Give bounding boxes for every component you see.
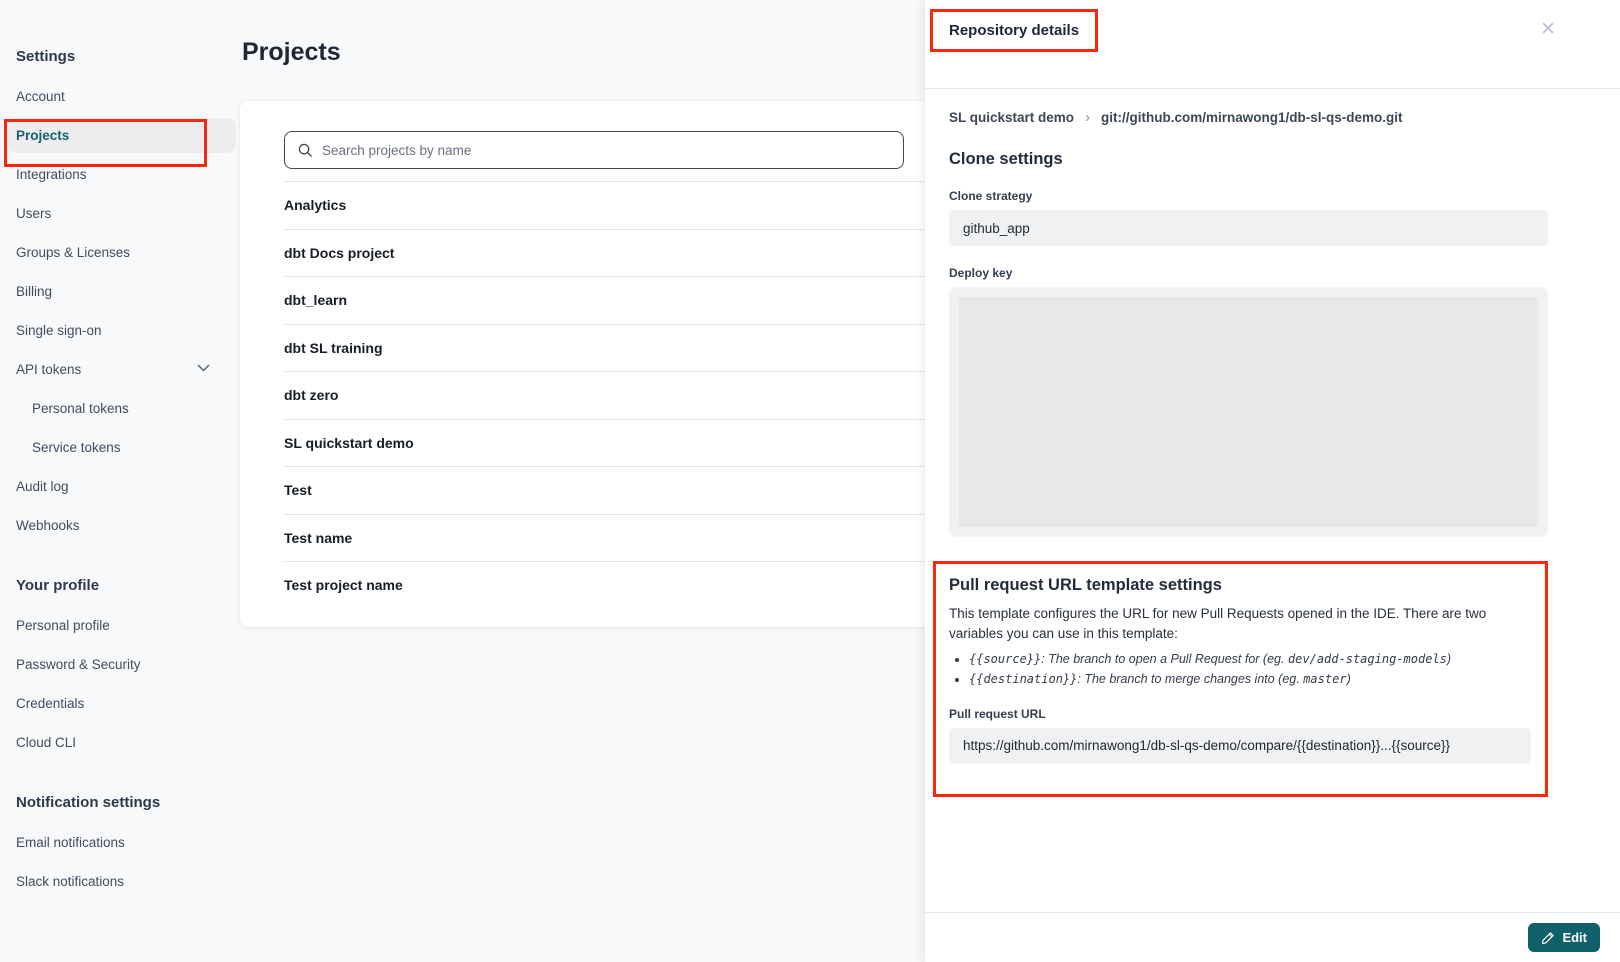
- sidebar-item-label: Cloud CLI: [16, 735, 76, 750]
- deploy-key-redacted-value: [959, 297, 1538, 527]
- search-icon: [298, 143, 313, 158]
- deploy-key-field: [949, 287, 1548, 537]
- edit-button[interactable]: Edit: [1528, 923, 1600, 952]
- sidebar-section-header-settings: Settings: [16, 48, 240, 65]
- pr-template-description: This template configures the URL for new…: [949, 604, 1531, 643]
- sidebar-section-header-your-profile: Your profile: [16, 577, 240, 594]
- chevron-right-icon: ›: [1085, 109, 1090, 126]
- annotation-box-repository-details: Repository details: [930, 9, 1098, 52]
- close-icon[interactable]: ✕: [1540, 20, 1556, 39]
- breadcrumb-project-name: SL quickstart demo: [949, 110, 1074, 125]
- sidebar-section-header-notification-settings: Notification settings: [16, 794, 240, 811]
- pull-request-url-value: https://github.com/mirnawong1/db-sl-qs-d…: [949, 728, 1531, 764]
- sidebar-item-projects[interactable]: Projects: [16, 116, 240, 155]
- dbt-cloud-settings-page: Settings Account Projects Integrations Users…: [0, 0, 1620, 962]
- sidebar-item-label: Personal profile: [16, 618, 110, 633]
- sidebar-item-account[interactable]: Account: [16, 77, 240, 116]
- sidebar-item-label: Personal tokens: [32, 401, 129, 416]
- sidebar-item-label: Password & Security: [16, 657, 141, 672]
- search-projects-box: [284, 131, 904, 169]
- edit-button-label: Edit: [1562, 930, 1587, 945]
- sidebar-item-service-tokens[interactable]: Service tokens: [16, 428, 240, 467]
- drawer-title: Repository details: [949, 22, 1079, 39]
- sidebar-item-credentials[interactable]: Credentials: [16, 684, 240, 723]
- sidebar-item-label: Email notifications: [16, 835, 125, 850]
- pr-template-variables-list: {{source}}: The branch to open a Pull Re…: [969, 650, 1531, 689]
- annotation-box-pr-template-section: Pull request URL template settings This …: [933, 561, 1548, 797]
- clone-strategy-value: github_app: [949, 210, 1548, 246]
- sidebar-item-label: Groups & Licenses: [16, 245, 130, 260]
- pr-variable-destination: {{destination}}: The branch to merge cha…: [969, 670, 1531, 689]
- breadcrumb: SL quickstart demo › git://github.com/mi…: [949, 109, 1548, 126]
- clone-strategy-label: Clone strategy: [949, 189, 1548, 203]
- sidebar-item-slack-notifications[interactable]: Slack notifications: [16, 862, 240, 901]
- chevron-down-icon: [197, 364, 210, 372]
- pr-template-heading: Pull request URL template settings: [949, 576, 1531, 595]
- sidebar-item-api-tokens[interactable]: API tokens: [16, 350, 240, 389]
- sidebar-item-users[interactable]: Users: [16, 194, 240, 233]
- sidebar-item-personal-tokens[interactable]: Personal tokens: [16, 389, 240, 428]
- pr-variable-source: {{source}}: The branch to open a Pull Re…: [969, 650, 1531, 669]
- sidebar-item-label: Audit log: [16, 479, 69, 494]
- sidebar-item-label: Billing: [16, 284, 52, 299]
- settings-sidebar: Settings Account Projects Integrations Users…: [0, 0, 240, 962]
- deploy-key-label: Deploy key: [949, 266, 1548, 280]
- sidebar-item-label: Account: [16, 89, 65, 104]
- drawer-header: Repository details ✕: [925, 0, 1620, 89]
- drawer-body: SL quickstart demo › git://github.com/mi…: [925, 89, 1620, 912]
- sidebar-item-label: Integrations: [16, 167, 87, 182]
- sidebar-item-integrations[interactable]: Integrations: [16, 155, 240, 194]
- sidebar-item-cloud-cli[interactable]: Cloud CLI: [16, 723, 240, 762]
- sidebar-item-personal-profile[interactable]: Personal profile: [16, 606, 240, 645]
- sidebar-item-label: Service tokens: [32, 440, 121, 455]
- sidebar-item-groups-licenses[interactable]: Groups & Licenses: [16, 233, 240, 272]
- sidebar-item-audit-log[interactable]: Audit log: [16, 467, 240, 506]
- sidebar-item-billing[interactable]: Billing: [16, 272, 240, 311]
- sidebar-item-label: Webhooks: [16, 518, 80, 533]
- clone-settings-heading: Clone settings: [949, 150, 1548, 169]
- sidebar-item-email-notifications[interactable]: Email notifications: [16, 823, 240, 862]
- repository-details-drawer: Repository details ✕ SL quickstart demo …: [925, 0, 1620, 962]
- breadcrumb-repo-url: git://github.com/mirnawong1/db-sl-qs-dem…: [1101, 110, 1402, 125]
- sidebar-item-label: Credentials: [16, 696, 84, 711]
- sidebar-item-label: Single sign-on: [16, 323, 102, 338]
- sidebar-item-single-sign-on[interactable]: Single sign-on: [16, 311, 240, 350]
- sidebar-item-label: API tokens: [16, 362, 81, 377]
- drawer-footer: Edit: [925, 912, 1620, 962]
- sidebar-item-label: Slack notifications: [16, 874, 124, 889]
- pencil-icon: [1541, 931, 1555, 945]
- sidebar-item-label: Users: [16, 206, 51, 221]
- sidebar-item-password-security[interactable]: Password & Security: [16, 645, 240, 684]
- pull-request-url-label: Pull request URL: [949, 707, 1531, 721]
- search-projects-input[interactable]: [322, 143, 890, 158]
- sidebar-item-label: Projects: [16, 128, 69, 143]
- sidebar-item-webhooks[interactable]: Webhooks: [16, 506, 240, 545]
